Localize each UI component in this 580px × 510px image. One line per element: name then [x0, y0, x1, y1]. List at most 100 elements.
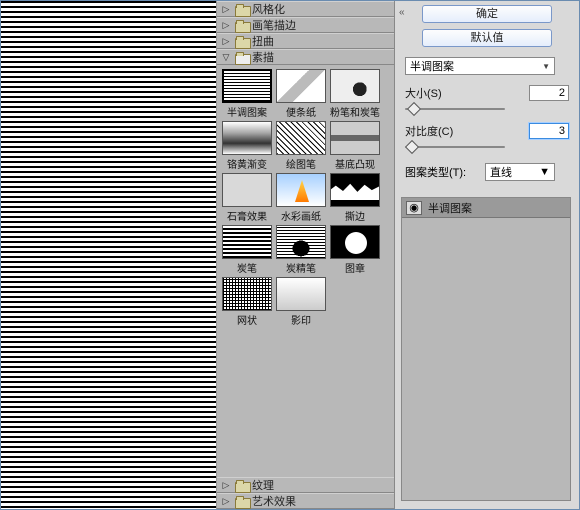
filter-select[interactable]: 半调图案 ▼: [405, 57, 555, 75]
thumb-preview: [222, 121, 272, 155]
collapse-icon[interactable]: «: [399, 7, 405, 18]
category-label: 画笔描边: [252, 17, 391, 33]
twist-icon: ▷: [220, 496, 232, 507]
thumb-撕边[interactable]: 撕边: [329, 173, 381, 223]
thumb-绘图笔[interactable]: 绘图笔: [275, 121, 327, 171]
filter-select-value: 半调图案: [410, 58, 454, 74]
thumbnail-area: 半调图案 便条纸粉笔和炭笔铬黄渐变 绘图笔 基底凸现石膏效果水彩画纸 撕边炭笔 炭精笔 图章…: [217, 65, 394, 477]
thumb-label: 水彩画纸: [281, 208, 321, 223]
filter-settings: 半调图案 ▼ 大小(S) 2 对比度(C) 3 图案类型(T): 直线 ▼: [395, 51, 579, 191]
eye-icon: ◉: [409, 201, 419, 214]
thumb-网状[interactable]: 网状: [221, 277, 273, 327]
thumb-label: 影印: [291, 312, 311, 327]
settings-pane: « 确定 默认值 半调图案 ▼ 大小(S) 2 对比度(C) 3 图案类型: [395, 1, 579, 509]
twist-icon: ▷: [220, 4, 232, 15]
thumb-label: 粉笔和炭笔: [330, 104, 380, 119]
category-label: 风格化: [252, 1, 391, 17]
filter-categories-pane: ▷ 风格化 ▷ 画笔描边 ▷ 扭曲 ▽ 素描 半调图案 便条纸粉笔和炭笔铬黄渐变 绘…: [217, 1, 395, 509]
thumb-粉笔和炭笔[interactable]: 粉笔和炭笔: [329, 69, 381, 119]
folder-icon: [235, 496, 249, 507]
category-label: 艺术效果: [252, 493, 391, 509]
folder-icon: [235, 4, 249, 15]
thumb-preview: [222, 173, 272, 207]
contrast-label: 对比度(C): [405, 123, 461, 139]
thumb-基底凸现[interactable]: 基底凸现: [329, 121, 381, 171]
right-top: « 确定 默认值: [395, 1, 579, 51]
chevron-down-icon: ▼: [539, 166, 550, 178]
thumb-水彩画纸[interactable]: 水彩画纸: [275, 173, 327, 223]
thumb-label: 石膏效果: [227, 208, 267, 223]
thumb-label: 绘图笔: [286, 156, 316, 171]
ok-button[interactable]: 确定: [422, 5, 552, 23]
thumb-label: 便条纸: [286, 104, 316, 119]
preview-image: [1, 1, 216, 509]
thumb-label: 炭精笔: [286, 260, 316, 275]
pattern-type-select[interactable]: 直线 ▼: [485, 163, 555, 181]
thumb-label: 图章: [345, 260, 365, 275]
thumb-preview: [330, 225, 380, 259]
thumb-炭精笔[interactable]: 炭精笔: [275, 225, 327, 275]
category-artistic[interactable]: ▷ 艺术效果: [217, 493, 394, 509]
size-input[interactable]: 2: [529, 85, 569, 101]
effect-layers-panel: ◉ 半调图案: [401, 197, 571, 501]
thumb-preview: [222, 225, 272, 259]
thumb-preview: [330, 121, 380, 155]
thumb-label: 炭笔: [237, 260, 257, 275]
contrast-slider[interactable]: [405, 143, 505, 151]
thumb-label: 铬黄渐变: [227, 156, 267, 171]
filter-tree-bottom: ▷ 纹理 ▷ 艺术效果: [217, 477, 394, 509]
pattern-type-value: 直线: [490, 164, 512, 180]
twist-icon: ▷: [220, 20, 232, 31]
category-brush-strokes[interactable]: ▷ 画笔描边: [217, 17, 394, 33]
layer-label: 半调图案: [428, 200, 472, 216]
folder-open-icon: [235, 52, 249, 63]
category-label: 素描: [252, 49, 391, 65]
category-sketch[interactable]: ▽ 素描: [217, 49, 394, 65]
category-texture[interactable]: ▷ 纹理: [217, 477, 394, 493]
folder-icon: [235, 480, 249, 491]
thumb-preview: [330, 173, 380, 207]
thumb-便条纸[interactable]: 便条纸: [275, 69, 327, 119]
thumb-preview: [222, 69, 272, 103]
contrast-input[interactable]: 3: [529, 123, 569, 139]
filter-gallery-window: ▷ 风格化 ▷ 画笔描边 ▷ 扭曲 ▽ 素描 半调图案便条纸粉笔和炭笔铬黄渐变绘…: [0, 0, 580, 510]
effect-layer[interactable]: ◉ 半调图案: [402, 198, 570, 218]
size-slider[interactable]: [405, 105, 505, 113]
folder-icon: [235, 20, 249, 31]
filter-tree: ▷ 风格化 ▷ 画笔描边 ▷ 扭曲 ▽ 素描: [217, 1, 394, 65]
slider-thumb[interactable]: [405, 140, 419, 154]
category-label: 纹理: [252, 477, 391, 493]
category-label: 扭曲: [252, 33, 391, 49]
slider-thumb[interactable]: [407, 102, 421, 116]
thumb-影印[interactable]: 影印: [275, 277, 327, 327]
size-label: 大小(S): [405, 85, 461, 101]
twist-icon: ▷: [220, 36, 232, 47]
preview-pane: [1, 1, 217, 509]
chevron-down-icon: ▼: [542, 62, 550, 71]
thumb-图章[interactable]: 图章: [329, 225, 381, 275]
thumb-半调图案[interactable]: 半调图案: [221, 69, 273, 119]
thumb-铬黄渐变[interactable]: 铬黄渐变: [221, 121, 273, 171]
twist-icon: ▽: [220, 52, 232, 63]
thumb-preview: [276, 277, 326, 311]
pattern-type-label: 图案类型(T):: [405, 164, 485, 180]
visibility-toggle[interactable]: ◉: [406, 201, 422, 215]
thumb-preview: [276, 121, 326, 155]
thumb-label: 网状: [237, 312, 257, 327]
thumb-preview: [276, 225, 326, 259]
thumb-炭笔[interactable]: 炭笔: [221, 225, 273, 275]
thumb-preview: [222, 277, 272, 311]
thumb-preview: [330, 69, 380, 103]
default-button[interactable]: 默认值: [422, 29, 552, 47]
twist-icon: ▷: [220, 480, 232, 491]
thumb-label: 撕边: [345, 208, 365, 223]
thumb-preview: [276, 69, 326, 103]
category-distort[interactable]: ▷ 扭曲: [217, 33, 394, 49]
folder-icon: [235, 36, 249, 47]
thumb-preview: [276, 173, 326, 207]
thumbnail-grid: 半调图案 便条纸粉笔和炭笔铬黄渐变 绘图笔 基底凸现石膏效果水彩画纸 撕边炭笔 炭精笔 图章…: [217, 65, 394, 331]
thumb-label: 半调图案: [227, 104, 267, 119]
thumb-label: 基底凸现: [335, 156, 375, 171]
thumb-石膏效果[interactable]: 石膏效果: [221, 173, 273, 223]
category-stylize[interactable]: ▷ 风格化: [217, 1, 394, 17]
